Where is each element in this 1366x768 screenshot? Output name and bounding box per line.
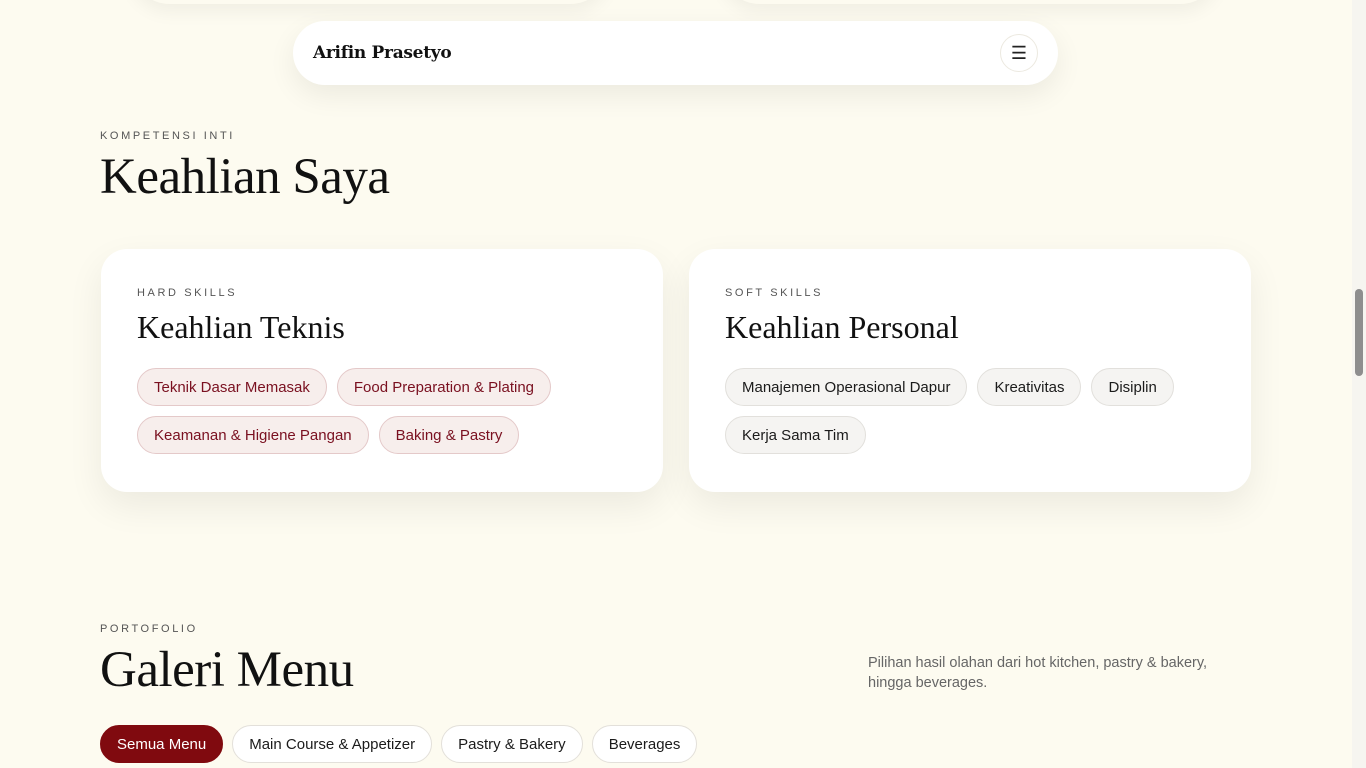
menu-button[interactable]: ☰ <box>1000 34 1038 72</box>
filter-main-course-button[interactable]: Main Course & Appetizer <box>232 725 433 763</box>
skill-chip: Kreativitas <box>977 368 1082 406</box>
page: Arifin Prasetyo ☰ KOMPETENSI INTI Keahli… <box>0 0 1366 768</box>
navbar: Arifin Prasetyo ☰ <box>293 21 1058 85</box>
soft-skills-list: Manajemen Operasional Dapur Kreativitas … <box>725 368 1195 454</box>
skills-eyebrow: KOMPETENSI INTI <box>100 130 235 142</box>
card-shadow-decoration <box>130 0 610 4</box>
gallery-title: Galeri Menu <box>100 642 354 698</box>
skill-chip: Teknik Dasar Memasak <box>137 368 327 406</box>
skill-chip: Baking & Pastry <box>378 416 520 454</box>
skill-chip: Food Preparation & Plating <box>336 368 552 406</box>
gallery-description: Pilihan hasil olahan dari hot kitchen, p… <box>868 655 1208 691</box>
soft-skills-card: SOFT SKILLS Keahlian Personal Manajemen … <box>689 249 1251 492</box>
filter-all-button[interactable]: Semua Menu <box>100 725 224 763</box>
scrollbar-thumb[interactable] <box>1355 289 1363 376</box>
menu-icon: ☰ <box>1010 42 1028 63</box>
gallery-filter-bar: Semua Menu Main Course & Appetizer Pastr… <box>100 725 698 763</box>
hard-skills-list: Teknik Dasar Memasak Food Preparation & … <box>137 368 607 454</box>
skill-chip: Kerja Sama Tim <box>725 416 866 454</box>
skill-chip: Manajemen Operasional Dapur <box>725 368 968 406</box>
filter-pastry-button[interactable]: Pastry & Bakery <box>441 725 583 763</box>
gallery-eyebrow: PORTOFOLIO <box>100 623 198 635</box>
skill-chip: Disiplin <box>1091 368 1174 406</box>
hard-skills-title: Keahlian Teknis <box>137 309 345 345</box>
card-shadow-decoration <box>720 0 1220 4</box>
soft-skills-title: Keahlian Personal <box>725 309 959 345</box>
skills-title: Keahlian Saya <box>100 149 390 205</box>
soft-skills-eyebrow: SOFT SKILLS <box>725 287 824 299</box>
skill-chip: Keamanan & Higiene Pangan <box>137 416 369 454</box>
hard-skills-card: HARD SKILLS Keahlian Teknis Teknik Dasar… <box>101 249 663 492</box>
scrollbar[interactable] <box>1352 0 1366 768</box>
hard-skills-eyebrow: HARD SKILLS <box>137 287 238 299</box>
filter-beverages-button[interactable]: Beverages <box>591 725 698 763</box>
brand-name[interactable]: Arifin Prasetyo <box>313 43 452 63</box>
